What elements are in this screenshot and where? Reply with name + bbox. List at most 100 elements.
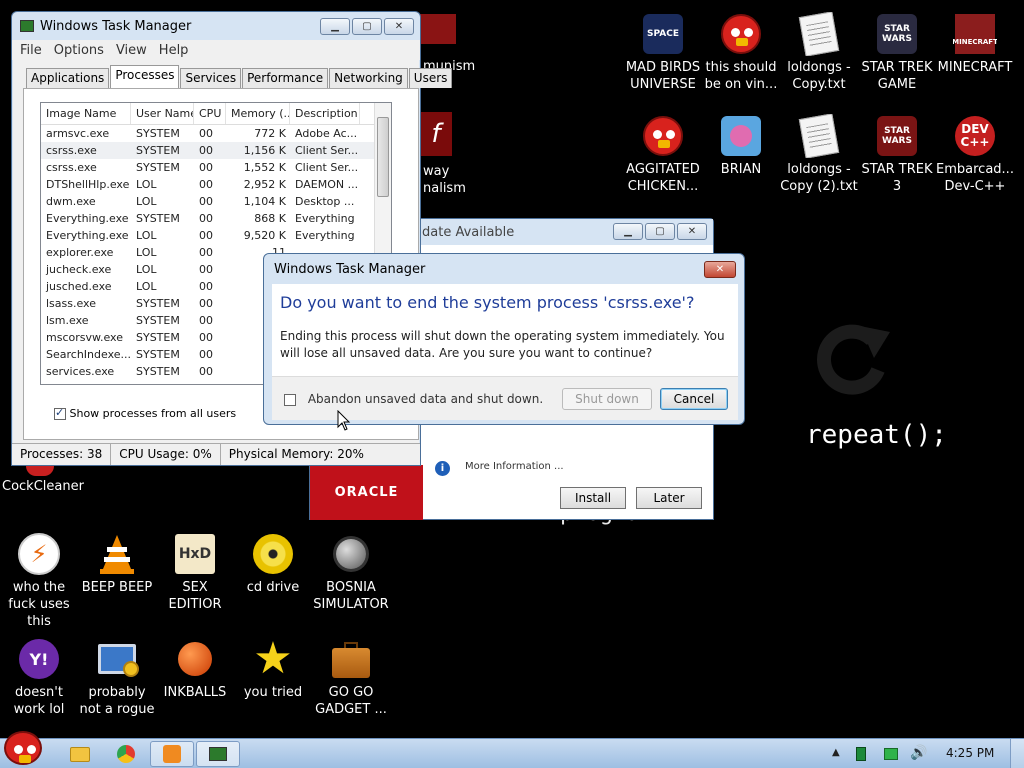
dialog-close-button[interactable]: ✕ [704, 261, 736, 278]
desktop-icon-beep-beep[interactable]: BEEP BEEP [78, 532, 156, 596]
maximize-button[interactable]: ▢ [352, 18, 382, 35]
table-row[interactable]: armsvc.exe SYSTEM 00 772 K Adobe Ac... [41, 125, 391, 142]
table-row[interactable]: Everything.exe SYSTEM 00 868 K Everything [41, 210, 391, 227]
cockcleaner-icon[interactable] [26, 466, 54, 476]
tray-green-icon[interactable] [856, 747, 866, 761]
tab-services[interactable]: Services [180, 68, 242, 88]
cell-user-name: SYSTEM [136, 348, 180, 361]
tab-performance[interactable]: Performance [242, 68, 329, 88]
scrollbar-thumb[interactable] [377, 117, 389, 197]
menu-bar: File Options View Help [12, 40, 420, 60]
desktop-icon-loldongs-copy2[interactable]: loldongs - Copy (2).txt [780, 114, 858, 195]
cell-memory: 9,520 K [243, 229, 286, 242]
table-row[interactable]: dwm.exe LOL 00 1,104 K Desktop ... [41, 193, 391, 210]
communism-icon[interactable] [420, 14, 456, 44]
later-button[interactable]: Later [636, 487, 702, 509]
minecraft-label: MINECRAFT [937, 60, 1013, 75]
minimize-button[interactable]: ▁ [320, 18, 350, 35]
more-information-link[interactable]: More Information ... [465, 461, 564, 472]
close-button[interactable]: ✕ [677, 223, 707, 240]
cell-image-name: explorer.exe [46, 246, 114, 259]
refresh-icon[interactable] [812, 318, 894, 400]
cell-image-name: jucheck.exe [46, 263, 112, 276]
tab-strip: Applications Processes Services Performa… [26, 65, 453, 88]
tray-network-icon[interactable] [884, 748, 898, 760]
show-all-label: Show processes from all users [69, 407, 237, 420]
desktop-icon-star-trek3[interactable]: STAR WARS STAR TREK 3 [858, 114, 936, 195]
table-row[interactable]: DTShellHlp.exe LOL 00 2,952 K DAEMON ... [41, 176, 391, 193]
table-row[interactable]: Everything.exe LOL 00 9,520 K Everything [41, 227, 391, 244]
menu-file[interactable]: File [14, 43, 48, 58]
desktop-icon-inkballs[interactable]: INKBALLS [156, 637, 234, 701]
who-the-fuck-label: who the fuck uses this [8, 580, 70, 629]
star-wars-angry-birds-icon: STAR WARS [875, 12, 919, 56]
monitor-gears-icon [95, 637, 139, 681]
cancel-button[interactable]: Cancel [660, 388, 728, 410]
column-description[interactable]: Description [290, 103, 360, 124]
desktop-icon-this-should[interactable]: this should be on vin... [702, 12, 780, 93]
desktop-icon-mad-birds[interactable]: SPACE MAD BIRDS UNIVERSE [624, 12, 702, 93]
desktop-icon-bosnia[interactable]: BOSNIA SIMULATOR [312, 532, 390, 613]
desktop-icon-star-trek-game[interactable]: STAR WARS STAR TREK GAME [858, 12, 936, 93]
table-row[interactable]: csrss.exe SYSTEM 00 1,552 K Client Ser... [41, 159, 391, 176]
tab-users[interactable]: Users [408, 68, 453, 88]
desktop-icon-probably-not-rogue[interactable]: probably not a rogue [78, 637, 156, 718]
cell-cpu: 00 [199, 144, 213, 157]
desktop-icon-sex-editior[interactable]: HxD SEX EDITIOR [156, 532, 234, 613]
desktop-icon-minecraft[interactable]: MINECRAFT MINECRAFT [936, 12, 1014, 76]
desktop-icon-agitated-chicken[interactable]: AGGITATED CHICKEN... [624, 114, 702, 195]
chrome-icon [117, 745, 135, 763]
maximize-icon: ▢ [362, 21, 372, 32]
menu-options[interactable]: Options [48, 43, 110, 58]
tray-volume-icon[interactable]: 🔊 [910, 745, 927, 761]
desktop-icon-who-the-fuck[interactable]: ⚡ who the fuck uses this [0, 532, 78, 630]
desktop-icon-brian[interactable]: BRIAN [702, 114, 780, 178]
taskbar-chrome-button[interactable] [104, 741, 148, 767]
show-hidden-icons-button[interactable]: ▲ [832, 747, 840, 758]
oracle-logo-text: ORACLE [334, 485, 399, 500]
maximize-button[interactable]: ▢ [645, 223, 675, 240]
column-user-name[interactable]: User Name [131, 103, 194, 124]
taskbar-task-manager-button[interactable] [196, 741, 240, 767]
show-all-checkbox[interactable] [54, 406, 66, 420]
mad-birds-label: MAD BIRDS UNIVERSE [625, 60, 701, 92]
show-desktop-button[interactable] [1010, 739, 1024, 768]
menu-help[interactable]: Help [153, 43, 195, 58]
column-memory[interactable]: Memory (... [226, 103, 290, 124]
status-memory: Physical Memory: 20% [228, 447, 364, 461]
yahoo-messenger-icon: Y! [17, 637, 61, 681]
desktop-icon-embarcadero[interactable]: DEV C++ Embarcad... Dev-C++ [936, 114, 1014, 195]
taskbar-explorer-button[interactable] [58, 741, 102, 767]
column-image-name[interactable]: Image Name [41, 103, 131, 124]
tab-processes[interactable]: Processes [110, 65, 180, 88]
abandon-data-option[interactable]: Abandon unsaved data and shut down. [284, 392, 543, 406]
tab-networking[interactable]: Networking [329, 68, 408, 88]
angry-bird-icon [641, 114, 685, 158]
taskbar-clock[interactable]: 4:25 PM [946, 746, 994, 760]
abandon-data-checkbox[interactable] [284, 393, 296, 406]
minimize-button[interactable]: ▁ [613, 223, 643, 240]
desktop-icon-go-go-gadget[interactable]: GO GO GADGET ... [312, 637, 390, 718]
desktop-icon-loldongs-copy[interactable]: loldongs - Copy.txt [780, 12, 858, 93]
column-cpu[interactable]: CPU [194, 103, 226, 124]
taskbar-app-button[interactable] [150, 741, 194, 767]
dialog-titlebar[interactable]: Windows Task Manager [264, 254, 744, 284]
install-button[interactable]: Install [560, 487, 626, 509]
desktop-icon-doesnt-work[interactable]: Y! doesn't work lol [0, 637, 78, 718]
end-process-dialog[interactable]: Windows Task Manager ✕ Do you want to en… [263, 253, 745, 425]
shut-down-button[interactable]: Shut down [562, 388, 652, 410]
close-button[interactable]: ✕ [384, 18, 414, 35]
table-row[interactable]: csrss.exe SYSTEM 00 1,156 K Client Ser... [41, 142, 391, 159]
show-all-processes[interactable]: Show processes from all users [54, 406, 237, 420]
start-button[interactable] [0, 731, 48, 768]
pink-bird-icon [719, 114, 763, 158]
tab-applications[interactable]: Applications [26, 68, 110, 88]
cell-user-name: LOL [136, 280, 157, 293]
cell-cpu: 00 [199, 331, 213, 344]
desktop-icon-you-tried[interactable]: ★ you tried [234, 637, 312, 701]
flash-icon[interactable]: f [420, 112, 452, 156]
menu-view[interactable]: View [110, 43, 153, 58]
star-trek-game-label: STAR TREK GAME [861, 60, 933, 92]
agitated-chicken-label: AGGITATED CHICKEN... [626, 162, 700, 194]
desktop-icon-cd-drive[interactable]: cd drive [234, 532, 312, 596]
